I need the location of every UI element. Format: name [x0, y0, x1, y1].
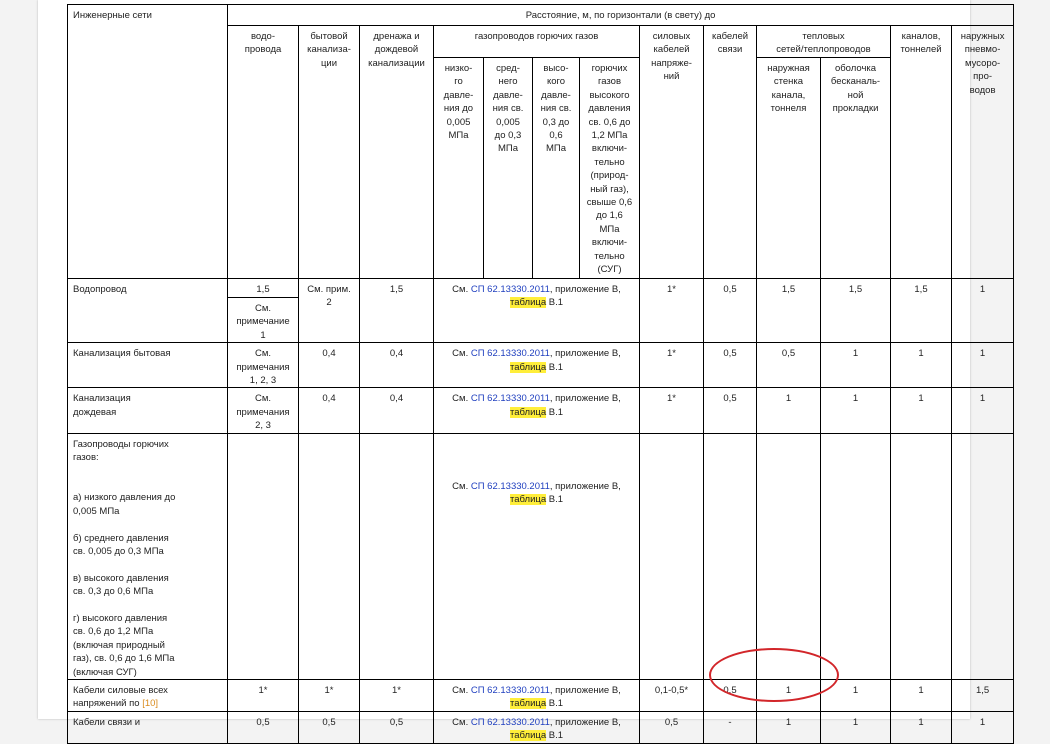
cell-water-drainage: 1,5	[359, 277, 434, 344]
header-comm-cables: кабелей связи	[703, 25, 757, 279]
cell-rain-heat-shell: 1	[820, 387, 891, 434]
cell-power-pneumo: 1,5	[950, 678, 1015, 712]
cell-comm-water: 0,5	[227, 710, 299, 744]
cell-water-water: 1,5	[227, 278, 299, 298]
cell-comm-drainage: 0,5	[359, 710, 434, 744]
cell-rain-comm: 0,5	[703, 387, 757, 434]
header-gas-low: низко- го давле- ния до 0,005 МПа	[433, 57, 484, 279]
header-gas-high: высо- кого давле- ния св. 0,3 до 0,6 МПа	[532, 57, 580, 279]
row-label-comm: Кабели связи и	[67, 710, 228, 744]
cell-power-gas-ref: См. СП 62.13330.2011, приложение В, табли…	[433, 678, 640, 712]
sp-link[interactable]: СП 62.13330.2011	[471, 284, 550, 295]
cell-water-sewer: См. прим. 2	[298, 277, 360, 344]
table-highlight: таблица	[509, 730, 547, 742]
cell-sewer-comm: 0,5	[703, 342, 757, 389]
row-label-water: Водопровод	[67, 277, 228, 344]
cell-water-power: 1*	[639, 277, 704, 344]
cell-power-sewer: 1*	[298, 678, 360, 712]
sp-link[interactable]: СП 62.13330.2011	[471, 348, 550, 359]
header-water: водо- провода	[227, 25, 299, 279]
cell-sewer-pneumo: 1	[950, 342, 1015, 389]
table-highlight: таблица	[509, 698, 547, 710]
row-label-gas: Газопроводы горючих газов: а) низкого да…	[67, 432, 228, 680]
table-highlight: таблица	[509, 406, 547, 418]
header-drainage: дренажа и дождевой канализации	[359, 25, 434, 279]
sp-link[interactable]: СП 62.13330.2011	[471, 685, 550, 696]
cell-comm-gas-ref: См. СП 62.13330.2011, приложение В, табли…	[433, 710, 640, 744]
header-power-cables: силовых кабелей напряже- ний	[639, 25, 704, 279]
cell-gas-gas-ref: См. СП 62.13330.2011, приложение В, табли…	[433, 432, 640, 680]
header-channels: каналов, тоннелей	[890, 25, 952, 279]
cell-water-water-note: См. примечание 1	[227, 296, 299, 344]
cell-rain-channels: 1	[890, 387, 952, 434]
header-gas-group: газопроводов горючих газов	[433, 25, 640, 58]
table-highlight: таблица	[509, 361, 547, 373]
header-heat-shell: оболочка бесканаль- ной прокладки	[820, 57, 891, 279]
sp-link[interactable]: СП 62.13330.2011	[471, 481, 550, 492]
cell-comm-comm: -	[703, 710, 757, 744]
table-highlight: таблица	[509, 494, 547, 506]
header-gas-highest: горючих газов высокого давления св. 0,6 …	[579, 57, 640, 279]
cell-sewer-water: См. примечания 1, 2, 3	[227, 342, 299, 389]
row-label-rain: Канализация дождевая	[67, 387, 228, 434]
cell-power-power: 0,1-0,5*	[639, 678, 704, 712]
cell-comm-heat-outer: 1	[756, 710, 821, 744]
cell-rain-sewer: 0,4	[298, 387, 360, 434]
cell-water-gas-ref: См. СП 62.13330.2011, приложение В, табли…	[433, 277, 640, 344]
reference-link[interactable]: [10]	[142, 698, 158, 709]
cell-gas-water	[227, 432, 299, 680]
cell-comm-channels: 1	[890, 710, 952, 744]
cell-rain-pneumo: 1	[950, 387, 1015, 434]
cell-sewer-power: 1*	[639, 342, 704, 389]
cell-gas-pneumo	[950, 432, 1015, 680]
cell-water-heat-shell: 1,5	[820, 277, 891, 344]
cell-comm-sewer: 0,5	[298, 710, 360, 744]
cell-water-heat-outer: 1,5	[756, 277, 821, 344]
cell-rain-gas-ref: См. СП 62.13330.2011, приложение В, табли…	[433, 387, 640, 434]
cell-sewer-sewer: 0,4	[298, 342, 360, 389]
cell-power-comm: 0,5	[703, 678, 757, 712]
cell-power-heat-shell: 1	[820, 678, 891, 712]
header-heat-outer: наружная стенка канала, тоннеля	[756, 57, 821, 279]
header-sewer-house: бытовой канализа- ции	[298, 25, 360, 279]
cell-power-drainage: 1*	[359, 678, 434, 712]
cell-gas-drainage	[359, 432, 434, 680]
cell-power-heat-outer: 1	[756, 678, 821, 712]
header-networks: Инженерные сети	[67, 4, 228, 279]
row-label-sewer: Канализация бытовая	[67, 342, 228, 389]
cell-comm-power: 0,5	[639, 710, 704, 744]
row-label-power: Кабели силовые всех напряжений по [10]	[67, 678, 228, 712]
sp-link[interactable]: СП 62.13330.2011	[471, 393, 550, 404]
header-distance-title: Расстояние, м, по горизонтали (в свету) …	[226, 4, 1015, 26]
cell-rain-power: 1*	[639, 387, 704, 434]
cell-sewer-gas-ref: См. СП 62.13330.2011, приложение В, табли…	[433, 342, 640, 389]
cell-sewer-heat-shell: 1	[820, 342, 891, 389]
cell-gas-heat-outer	[756, 432, 821, 680]
header-heat-group: тепловых сетей/теплопроводов	[756, 25, 891, 58]
cell-power-water: 1*	[227, 678, 299, 712]
document-page: Инженерные сети Расстояние, м, по горизо…	[38, 0, 1015, 744]
cell-water-pneumo: 1	[950, 277, 1015, 344]
cell-rain-drainage: 0,4	[359, 387, 434, 434]
cell-gas-sewer	[298, 432, 360, 680]
cell-sewer-channels: 1	[890, 342, 952, 389]
utilities-distance-table: Инженерные сети Расстояние, м, по горизо…	[67, 4, 1015, 744]
cell-gas-power	[639, 432, 704, 680]
cell-comm-pneumo: 1	[950, 710, 1015, 744]
cell-gas-comm	[703, 432, 757, 680]
header-gas-mid: сред- него давле- ния св. 0,005 до 0,3 М…	[483, 57, 533, 279]
cell-power-channels: 1	[890, 678, 952, 712]
cell-water-comm: 0,5	[703, 277, 757, 344]
cell-rain-water: См. примечания 2, 3	[227, 387, 299, 434]
cell-sewer-drainage: 0,4	[359, 342, 434, 389]
header-pneumo: наружных пневмо- мусоро- про- водов	[950, 25, 1015, 279]
cell-rain-heat-outer: 1	[756, 387, 821, 434]
cell-gas-channels	[890, 432, 952, 680]
cell-sewer-heat-outer: 0,5	[756, 342, 821, 389]
table-highlight: таблица	[509, 297, 547, 309]
cell-gas-heat-shell	[820, 432, 891, 680]
cell-comm-heat-shell: 1	[820, 710, 891, 744]
cell-water-channels: 1,5	[890, 277, 952, 344]
